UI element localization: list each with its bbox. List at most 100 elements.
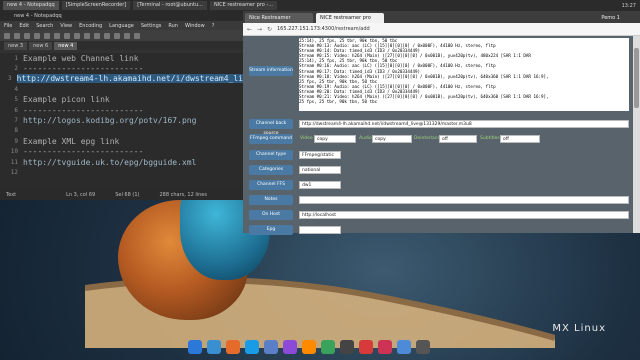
menu-settings[interactable]: Settings	[141, 23, 162, 29]
video-label: Video	[300, 136, 313, 141]
dock-app-icon[interactable]	[378, 340, 392, 354]
code-line: 2 -------------------------	[14, 64, 144, 74]
menu-search[interactable]: Search	[36, 23, 53, 29]
audio-label: Audio	[359, 136, 372, 141]
status-selection: Sel 68 (1)	[115, 191, 140, 198]
code-line: 4	[14, 85, 18, 93]
video-select[interactable]: copy	[314, 135, 356, 143]
code-line: 5 Example picon link	[14, 95, 110, 105]
menu-run[interactable]: Run	[168, 23, 178, 29]
url-field[interactable]: 165.227.151.173:4300/restream/add	[277, 26, 370, 32]
code-line: 1 Example web Channel link	[14, 53, 139, 63]
label-notes: Notes	[249, 195, 293, 205]
audio-select[interactable]: copy	[372, 135, 412, 143]
new-file-icon[interactable]	[4, 32, 10, 39]
reload-icon[interactable]: ↻	[266, 26, 273, 33]
code-line: 12	[10, 168, 18, 176]
dock-app-icon[interactable]	[245, 340, 259, 354]
label-on-host: On Host	[249, 210, 293, 220]
label-categories: Categories	[249, 165, 293, 175]
epg-field[interactable]	[299, 226, 341, 234]
clock[interactable]: 13:27	[622, 3, 636, 9]
dock-app-icon[interactable]	[188, 340, 202, 354]
subtitles-select[interactable]: off	[500, 135, 540, 143]
label-stream-information: Stream information	[249, 66, 293, 76]
browser-tab-nice-restreamer-pro[interactable]: NICE restreamer pro	[316, 13, 384, 23]
code-line: 7 http://logos.kodibg.org/potv/167.png	[14, 116, 197, 126]
top-panel: new 4 - Notepadqq [SimpleScreenRecorder]…	[0, 0, 640, 11]
menu-view[interactable]: View	[60, 23, 72, 29]
code-line: 11 http://tvguide.uk.to/epg/bgguide.xml	[10, 157, 197, 167]
paste-icon[interactable]	[84, 32, 90, 39]
forward-icon[interactable]: →	[256, 26, 263, 33]
page-content: Stream information 25:14), 25 fps, 25 tb…	[243, 36, 633, 235]
channel-type-select[interactable]: FFmpeg/static	[299, 151, 341, 159]
dock-app-icon[interactable]	[302, 340, 316, 354]
on-host-field[interactable]: http://localhost	[299, 211, 629, 219]
word-wrap-icon[interactable]	[134, 32, 140, 39]
menu-help[interactable]: ?	[212, 23, 215, 29]
taskbar-item-browser[interactable]: NICE restreamer pro -...	[209, 1, 277, 10]
dock-app-icon[interactable]	[416, 340, 430, 354]
code-line: 10 -------------------------	[10, 147, 144, 157]
label-channel-ffs: Channel FFS	[249, 180, 293, 190]
browser-tab-nice-restreamer[interactable]: Nice Restreamer	[245, 13, 313, 23]
dock-app-icon[interactable]	[207, 340, 221, 354]
taskbar-item-terminal[interactable]: [Terminal - root@ubuntu...	[133, 1, 207, 10]
taskbar-item-notepadqq[interactable]: new 4 - Notepadqq	[3, 1, 59, 10]
tab-new-3[interactable]: new 3	[4, 42, 28, 50]
page-scrollbar[interactable]	[633, 36, 640, 233]
save-icon[interactable]	[24, 32, 30, 39]
dock-app-icon[interactable]	[397, 340, 411, 354]
zoom-in-icon[interactable]	[114, 32, 120, 39]
browser-user[interactable]: Pemo 1	[601, 13, 620, 23]
undo-icon[interactable]	[94, 32, 100, 39]
dock-app-icon[interactable]	[359, 340, 373, 354]
menu-file[interactable]: File	[4, 23, 12, 29]
dock	[188, 338, 438, 356]
close-icon[interactable]	[44, 32, 50, 39]
cut-icon[interactable]	[64, 32, 70, 39]
code-area[interactable]: 1 Example web Channel link 2 -------------…	[0, 53, 243, 189]
code-line: 8	[14, 127, 18, 135]
dock-app-icon[interactable]	[264, 340, 278, 354]
menu-encoding[interactable]: Encoding	[79, 23, 102, 29]
back-icon[interactable]: ←	[246, 26, 253, 33]
code-line: 6 -------------------------	[14, 105, 144, 115]
copy-icon[interactable]	[74, 32, 80, 39]
toolbar	[0, 30, 243, 41]
browser-window: Nice Restreamer NICE restreamer pro Pemo…	[243, 11, 640, 235]
zoom-out-icon[interactable]	[124, 32, 130, 39]
mx-linux-logo: MX Linux	[552, 323, 606, 334]
channel-ffs-field[interactable]: dw1	[299, 181, 341, 189]
label-epg: Epg	[249, 225, 293, 235]
print-icon[interactable]	[54, 32, 60, 39]
scroll-thumb[interactable]	[634, 48, 639, 108]
menu-edit[interactable]: Edit	[19, 23, 29, 29]
tab-new-4[interactable]: new 4	[54, 42, 78, 50]
status-bar: Text Ln 3, col 69 Sel 68 (1) 288 chars, …	[0, 189, 243, 200]
deinterlace-label: Deinterlace	[414, 136, 440, 141]
label-channel-type: Channel type	[249, 150, 293, 160]
tab-new-6[interactable]: new 6	[29, 42, 53, 50]
redo-icon[interactable]	[104, 32, 110, 39]
code-line: 3 http://dwstream4-lh.akamaihd.net/i/dwst…	[8, 74, 243, 84]
dock-app-icon[interactable]	[321, 340, 335, 354]
deinterlace-select[interactable]: off	[439, 135, 477, 143]
dock-app-icon[interactable]	[226, 340, 240, 354]
channel-source-field[interactable]: http://dwstream4-lh.akamaihd.net/i/dwstr…	[299, 120, 629, 128]
taskbar-item-screenrecorder[interactable]: [SimpleScreenRecorder]	[61, 1, 131, 10]
status-position: Ln 3, col 69	[66, 191, 96, 198]
menu-language[interactable]: Language	[109, 23, 134, 29]
open-file-icon[interactable]	[14, 32, 20, 39]
menu-window[interactable]: Window	[185, 23, 205, 29]
dock-app-icon[interactable]	[340, 340, 354, 354]
browser-tab-bar: Nice Restreamer NICE restreamer pro Pemo…	[243, 11, 640, 23]
categories-field[interactable]: national	[299, 166, 341, 174]
notes-field[interactable]	[299, 196, 629, 204]
window-title: new 4 - Notepadqq	[0, 11, 243, 21]
save-all-icon[interactable]	[34, 32, 40, 39]
menu-bar: File Edit Search View Encoding Language …	[0, 21, 243, 30]
stream-information-box[interactable]: 25:14), 25 fps, 25 tbr, 90k tbn, 50 tbc …	[299, 38, 629, 111]
dock-app-icon[interactable]	[283, 340, 297, 354]
